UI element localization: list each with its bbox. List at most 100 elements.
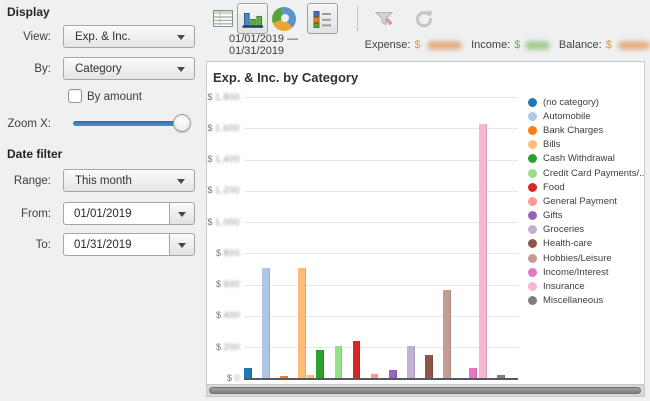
- income-label: Income:: [471, 39, 510, 51]
- to-label: To:: [0, 239, 51, 251]
- chevron-down-icon: [177, 67, 185, 72]
- legend-label: Bank Charges: [543, 125, 603, 136]
- y-axis-tick-label: $ 200: [207, 342, 240, 352]
- legend-item: Cash Withdrawal: [528, 152, 644, 166]
- by-amount-checkbox[interactable]: [68, 89, 82, 103]
- settings-sidebar: Display View: Exp. & Inc. By: Category B…: [0, 0, 206, 401]
- view-dropdown-value: Exp. & Inc.: [75, 31, 131, 43]
- by-amount-label: By amount: [87, 91, 142, 103]
- by-label: By:: [0, 63, 51, 75]
- gridline: [244, 191, 518, 192]
- bar-general-payment[interactable]: [371, 374, 379, 379]
- from-date-dropdown-button[interactable]: [169, 202, 195, 225]
- status-row: 01/01/2019 — 01/31/2019 Expense: $ Incom…: [206, 37, 650, 53]
- legend-item: (no category): [528, 95, 644, 109]
- legend-item: Gifts: [528, 209, 644, 223]
- bar-bills[interactable]: [298, 268, 306, 378]
- y-axis-tick-label: $ 0: [207, 373, 240, 383]
- legend-item: Miscellaneous: [528, 294, 644, 308]
- currency-symbol: $: [606, 39, 612, 51]
- legend-label: Automobile: [543, 111, 591, 122]
- legend-item: Health-care: [528, 237, 644, 251]
- chart-date-range: 01/01/2019 — 01/31/2019: [229, 33, 337, 57]
- chevron-down-icon: [178, 243, 186, 248]
- currency-symbol: $: [414, 39, 420, 51]
- legend-item: Bank Charges: [528, 123, 644, 137]
- legend-label: Food: [543, 182, 565, 193]
- legend-swatch: [528, 98, 537, 107]
- app-window: Display View: Exp. & Inc. By: Category B…: [0, 0, 650, 401]
- legend-item: General Payment: [528, 194, 644, 208]
- expense-label: Expense:: [365, 39, 411, 51]
- filter-funnel-icon: [373, 8, 395, 30]
- view-dropdown[interactable]: Exp. & Inc.: [63, 25, 195, 48]
- y-axis-tick-label: $ 600: [207, 279, 240, 289]
- legend-swatch: [528, 183, 537, 192]
- legend-label: Miscellaneous: [543, 295, 603, 306]
- bar-bank-charges[interactable]: [280, 376, 288, 378]
- pie-chart-icon: [272, 7, 296, 31]
- legend-label: General Payment: [543, 196, 617, 207]
- expense-value-redacted: [427, 41, 463, 50]
- pie-chart-view-button[interactable]: [268, 3, 299, 34]
- legend-list-view-button[interactable]: [307, 3, 338, 34]
- y-axis-tick-label: $ 1,200: [207, 185, 240, 195]
- zoom-x-slider[interactable]: [73, 114, 190, 132]
- legend-label: Health-care: [543, 238, 592, 249]
- by-dropdown[interactable]: Category: [63, 57, 195, 80]
- legend-swatch: [528, 169, 537, 178]
- to-date-dropdown-button[interactable]: [169, 233, 195, 256]
- chevron-down-icon: [177, 179, 185, 184]
- legend-item: Groceries: [528, 223, 644, 237]
- chevron-down-icon: [177, 35, 185, 40]
- legend-swatch: [528, 268, 537, 277]
- horizontal-scrollbar[interactable]: [207, 384, 644, 396]
- y-axis-tick-label: $ 1,800: [207, 92, 240, 102]
- edit-filter-button[interactable]: [368, 3, 399, 34]
- bar-gifts[interactable]: [389, 370, 397, 379]
- bar-bills[interactable]: [307, 375, 315, 379]
- from-date-field[interactable]: 01/01/2019: [63, 202, 169, 225]
- legend-swatch: [528, 154, 537, 163]
- table-view-button[interactable]: [207, 3, 238, 34]
- bar-automobile[interactable]: [262, 268, 270, 378]
- bar-miscellaneous[interactable]: [497, 375, 505, 379]
- legend-label: Bills: [543, 139, 560, 150]
- bar-cash-withdrawal[interactable]: [316, 350, 324, 379]
- currency-symbol: $: [514, 39, 520, 51]
- scrollbar-thumb[interactable]: [209, 387, 641, 394]
- legend-label: Insurance: [543, 281, 585, 292]
- range-dropdown[interactable]: This month: [63, 169, 195, 192]
- legend-label: Gifts: [543, 210, 563, 221]
- bar-insurance[interactable]: [479, 124, 487, 379]
- bar-hobbies-leisure[interactable]: [443, 290, 451, 378]
- legend-label: Income/Interest: [543, 267, 608, 278]
- toolbar-separator: [357, 6, 358, 31]
- legend-swatch: [528, 282, 537, 291]
- to-date-field[interactable]: 01/31/2019: [63, 233, 169, 256]
- legend-swatch: [528, 140, 537, 149]
- slider-handle[interactable]: [173, 114, 191, 132]
- display-section-title: Display: [7, 5, 50, 19]
- refresh-button[interactable]: [408, 3, 439, 34]
- legend-label: (no category): [543, 97, 599, 108]
- bar-food[interactable]: [353, 341, 361, 379]
- bar-chart-view-button[interactable]: [237, 3, 268, 34]
- chart-title: Exp. & Inc. by Category: [213, 70, 358, 85]
- legend-swatch: [528, 197, 537, 206]
- from-date-value: 01/01/2019: [74, 208, 132, 220]
- bar-credit-card-payments-[interactable]: [335, 346, 343, 379]
- chart-legend: (no category) Automobile Bank Charges Bills…: [528, 95, 644, 308]
- legend-swatch: [528, 126, 537, 135]
- refresh-icon: [413, 8, 435, 30]
- bar-income-interest[interactable]: [469, 368, 477, 379]
- bar--no-category-[interactable]: [244, 368, 252, 379]
- chart-panel: Exp. & Inc. by Category $ 1,800$ 1,600$ …: [206, 61, 645, 397]
- balance-value-redacted: [618, 41, 650, 50]
- legend-swatch: [528, 296, 537, 305]
- gridline: [244, 97, 518, 98]
- bar-groceries[interactable]: [407, 346, 415, 379]
- gridline: [244, 285, 518, 286]
- bar-health-care[interactable]: [425, 355, 433, 378]
- gridline: [244, 128, 518, 129]
